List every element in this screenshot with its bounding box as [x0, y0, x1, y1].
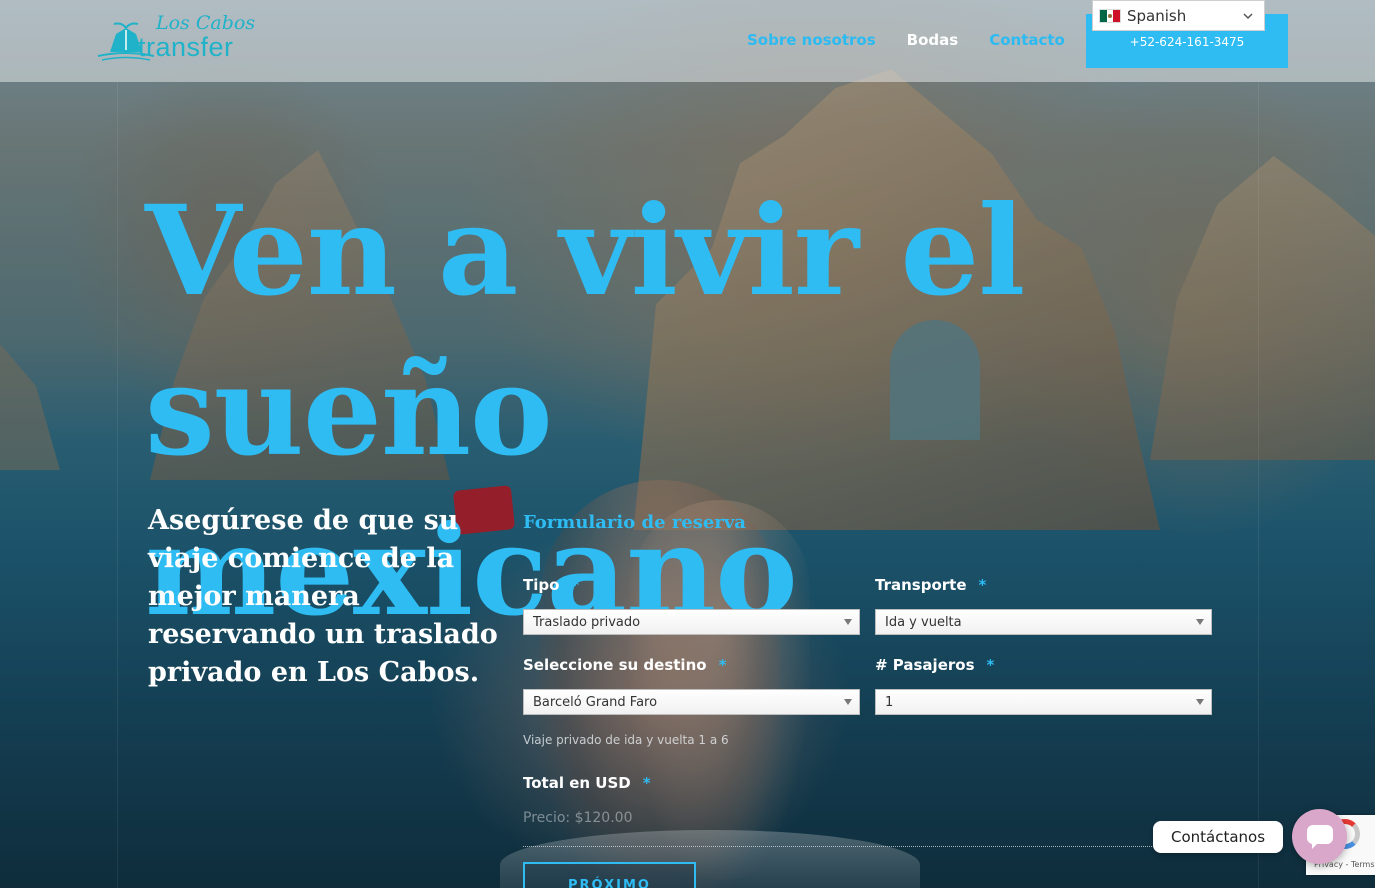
mexico-flag-icon [1099, 8, 1121, 23]
next-button[interactable]: PRÓXIMO [523, 862, 696, 888]
next-button-label: PRÓXIMO [568, 878, 651, 888]
phone-number: +52-624-161-3475 [1129, 35, 1245, 49]
pasajeros-value: 1 [885, 694, 894, 710]
required-mark: * [986, 656, 995, 674]
chevron-down-icon [1243, 13, 1253, 20]
pasajeros-label-text: # Pasajeros [875, 656, 975, 674]
site-header: Los Cabos transfer Sobre nosotros Bodas … [0, 0, 1375, 82]
tipo-value: Traslado privado [533, 614, 641, 630]
contact-tooltip[interactable]: Contáctanos [1153, 821, 1283, 853]
nav-item-contacto[interactable]: Contacto [989, 31, 1065, 49]
language-selector[interactable]: Spanish [1092, 0, 1265, 31]
transporte-select[interactable]: Ida y vuelta [875, 609, 1212, 635]
destino-label-text: Seleccione su destino [523, 656, 707, 674]
dropdown-arrow-icon [844, 699, 852, 705]
chat-icon [1306, 824, 1333, 849]
tipo-label-text: Tipo [523, 576, 560, 594]
pasajeros-select[interactable]: 1 [875, 689, 1212, 715]
required-mark: * [642, 774, 651, 792]
logo-word-text: transfer [138, 32, 234, 62]
destino-select[interactable]: Barceló Grand Faro [523, 689, 860, 715]
total-label-text: Total en USD [523, 774, 631, 792]
transporte-label: Transporte * [875, 576, 986, 594]
pasajeros-label: # Pasajeros * [875, 656, 994, 674]
chat-button[interactable] [1292, 809, 1347, 864]
language-label: Spanish [1127, 6, 1187, 25]
frame-line-left [117, 82, 118, 888]
transporte-value: Ida y vuelta [885, 614, 962, 630]
destino-value: Barceló Grand Faro [533, 694, 658, 710]
contact-tooltip-label: Contáctanos [1170, 828, 1266, 846]
destino-label: Seleccione su destino * [523, 656, 726, 674]
required-mark: * [718, 656, 727, 674]
hero-title-line-1: Ven a vivir el [145, 179, 1025, 324]
price-value: Precio: $120.00 [523, 810, 633, 826]
frame-line-right [1258, 82, 1259, 888]
logo-script-text: Los Cabos [156, 12, 256, 34]
tipo-label: Tipo * [523, 576, 579, 594]
site-logo[interactable]: Los Cabos transfer [96, 12, 266, 66]
total-label: Total en USD * [523, 774, 651, 792]
required-mark: * [978, 576, 987, 594]
dropdown-arrow-icon [1196, 699, 1204, 705]
transporte-label-text: Transporte [875, 576, 967, 594]
price-divider [523, 846, 1168, 847]
dropdown-arrow-icon [1196, 619, 1204, 625]
required-mark: * [571, 576, 580, 594]
nav-item-bodas[interactable]: Bodas [907, 31, 959, 49]
nav-item-sobre-nosotros[interactable]: Sobre nosotros [747, 31, 876, 49]
dropdown-arrow-icon [844, 619, 852, 625]
hero-subtitle: Asegúrese de que su viaje comience de la… [148, 505, 498, 688]
tipo-select[interactable]: Traslado privado [523, 609, 860, 635]
trip-description: Viaje privado de ida y vuelta 1 a 6 [523, 733, 729, 747]
main-nav: Sobre nosotros Bodas Contacto [747, 31, 1065, 49]
form-title: Formulario de reserva [523, 512, 746, 533]
